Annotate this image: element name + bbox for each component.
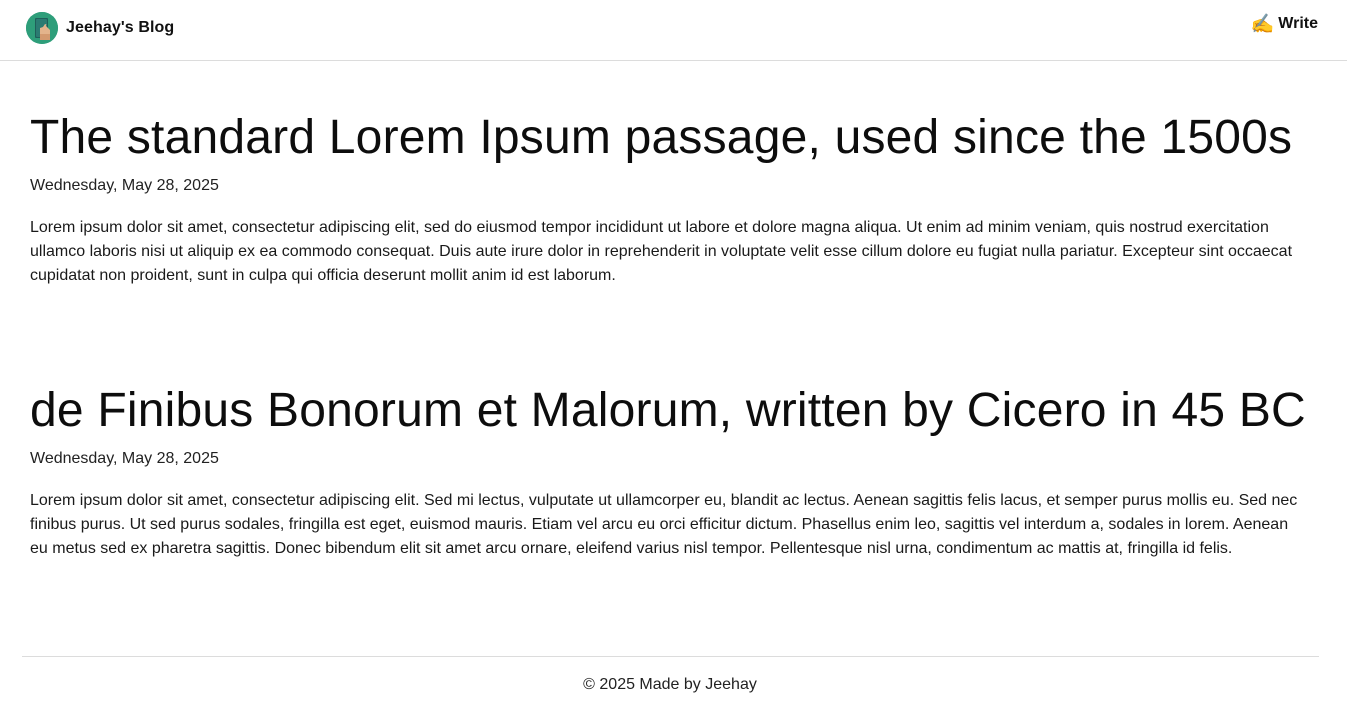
post-date: Wednesday, May 28, 2025: [30, 450, 219, 467]
brand-home-link[interactable]: Jeehay's Blog: [26, 12, 174, 44]
blog-post: de Finibus Bonorum et Malorum, written b…: [30, 383, 1320, 561]
footer-divider: [22, 656, 1319, 657]
writing-hand-icon: ✍️: [1250, 13, 1275, 35]
site-header: Jeehay's Blog ✍️ Write: [0, 0, 1347, 61]
post-title[interactable]: The standard Lorem Ipsum passage, used s…: [30, 110, 1320, 166]
post-title[interactable]: de Finibus Bonorum et Malorum, written b…: [30, 383, 1320, 439]
post-date: Wednesday, May 28, 2025: [30, 177, 219, 194]
blog-post: The standard Lorem Ipsum passage, used s…: [30, 110, 1320, 288]
post-body: Lorem ipsum dolor sit amet, consectetur …: [30, 492, 1298, 557]
post-body: Lorem ipsum dolor sit amet, consectetur …: [30, 219, 1293, 284]
brand-name: Jeehay's Blog: [66, 19, 175, 36]
user-avatar-icon: [26, 12, 58, 44]
write-button[interactable]: ✍️ Write: [1251, 12, 1318, 36]
footer-copyright: © 2025 Made by Jeehay: [583, 676, 757, 693]
write-label: Write: [1278, 15, 1318, 32]
